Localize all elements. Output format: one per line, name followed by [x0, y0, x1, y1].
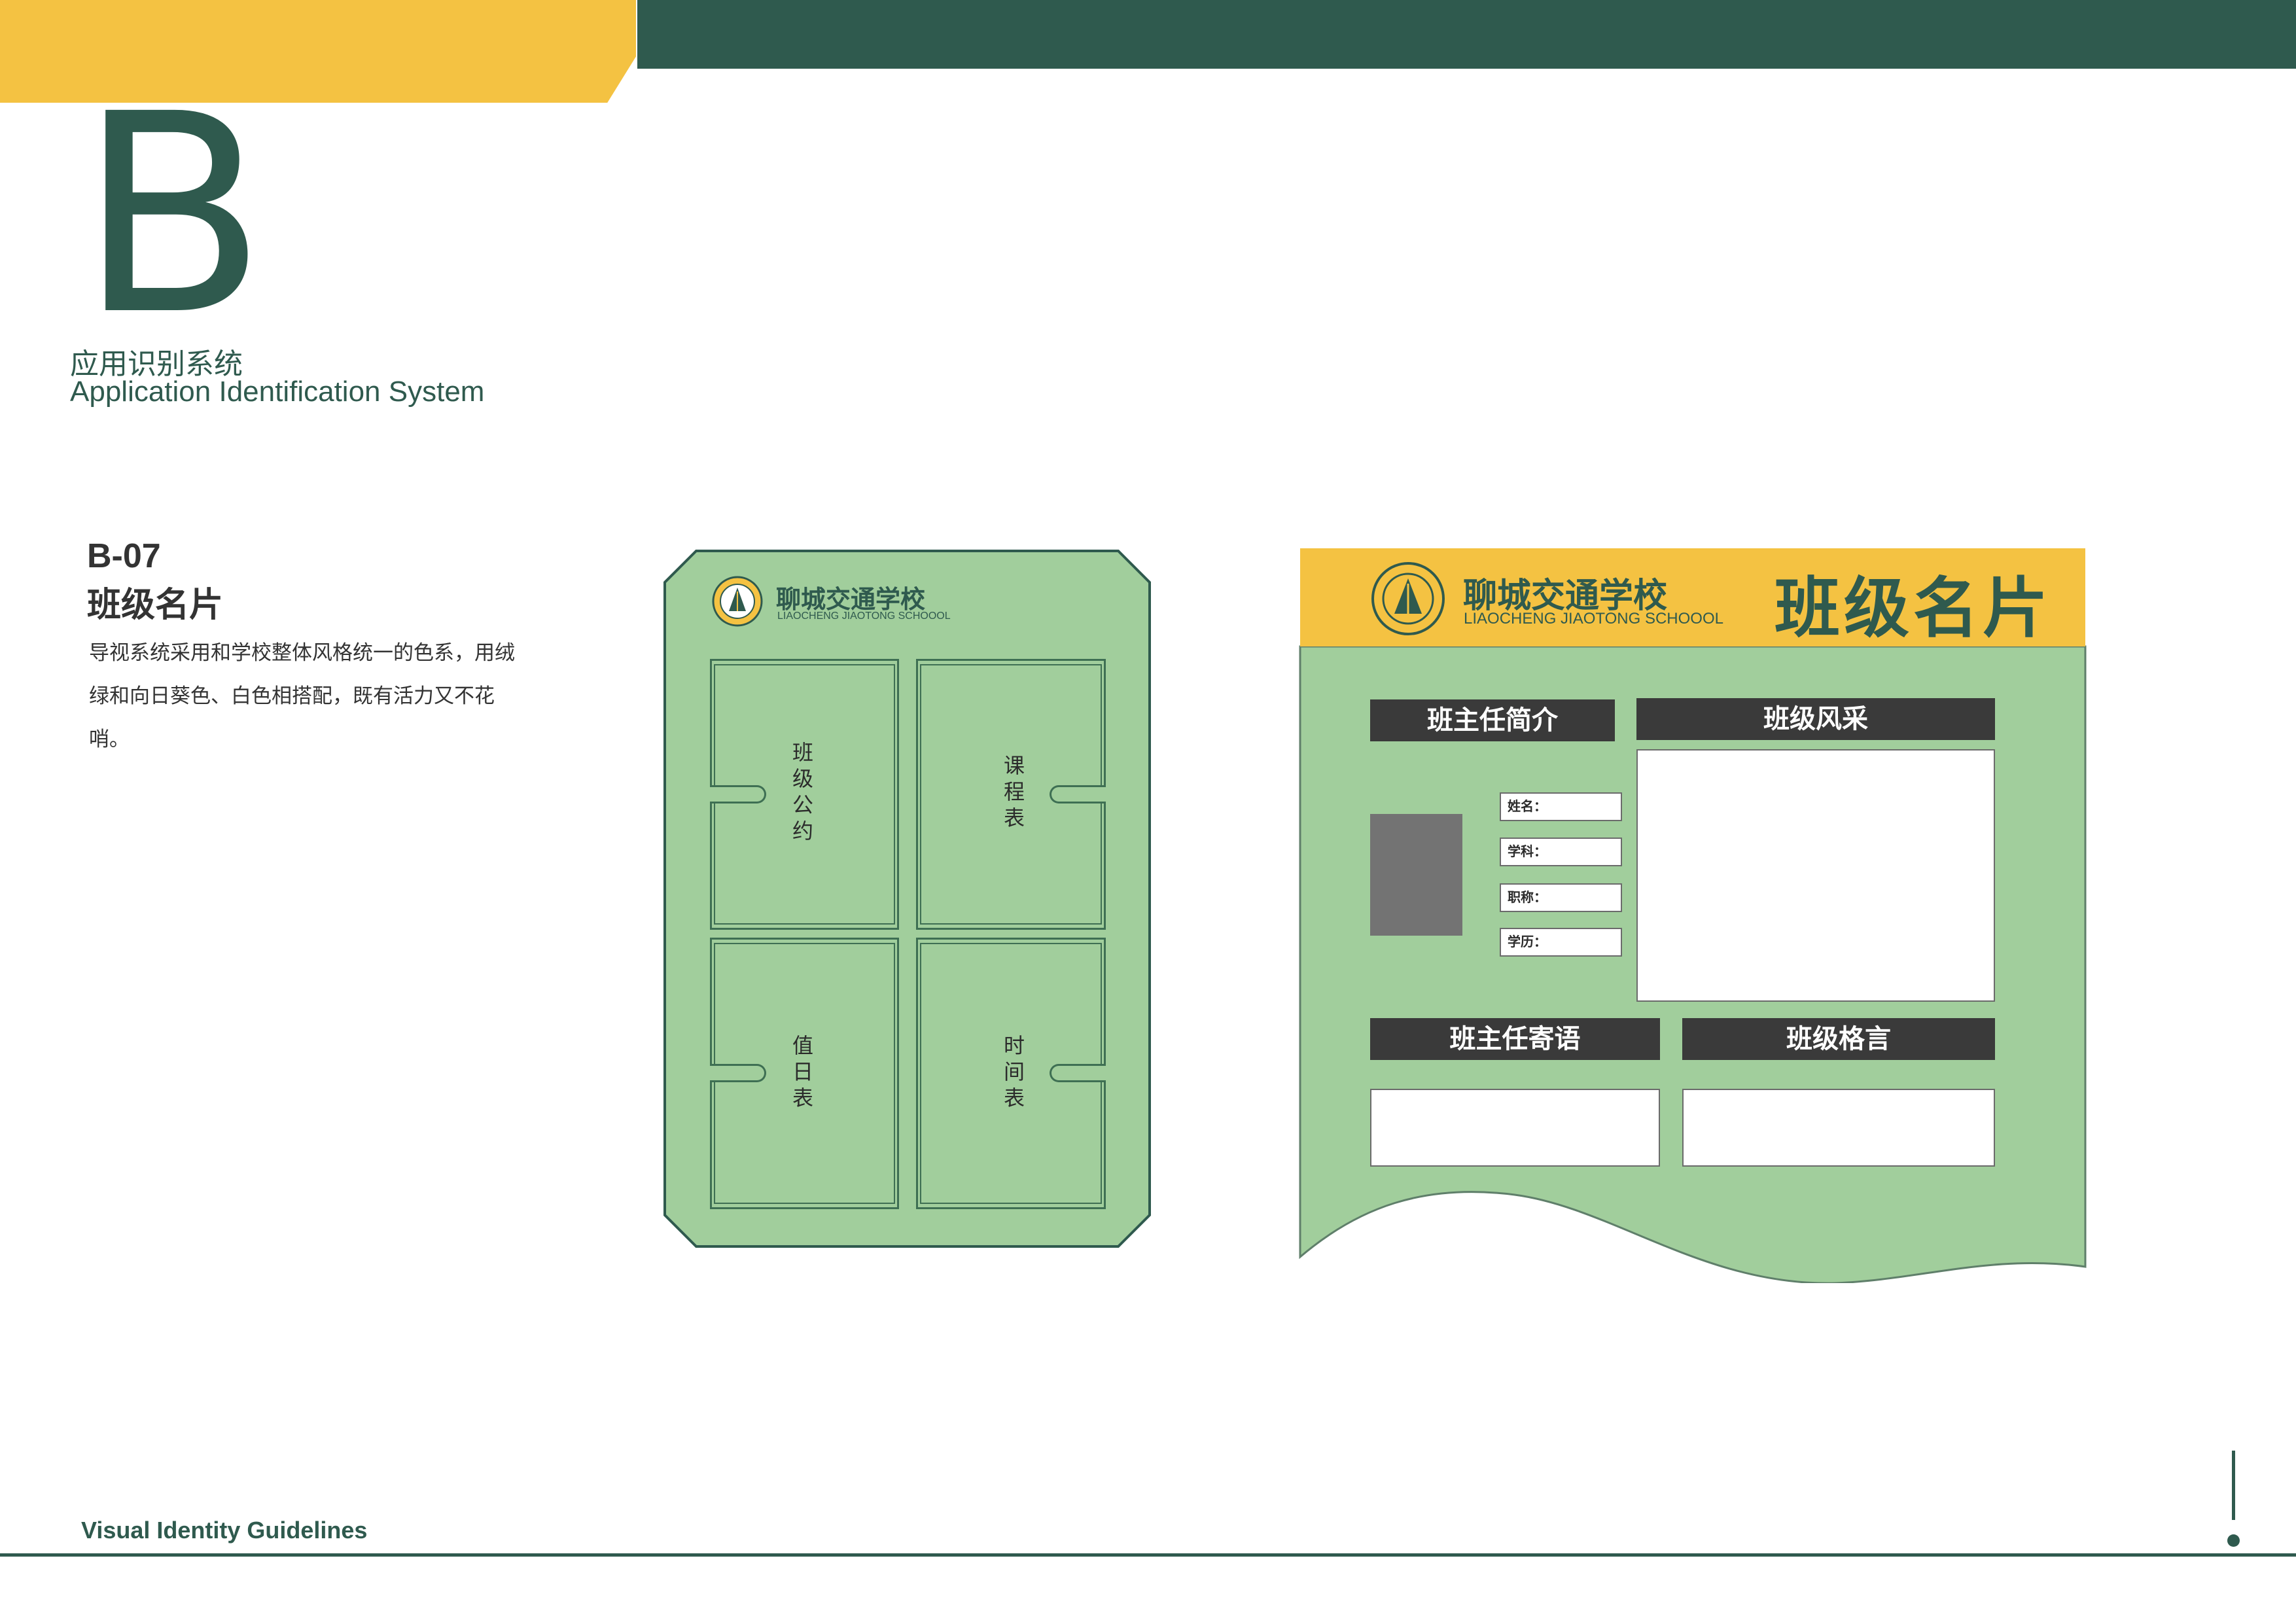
section-title-en: Application Identification System: [70, 376, 485, 408]
class-style-photo-area: [1636, 749, 1995, 1002]
label-teacher-message: 班主任寄语: [1370, 1018, 1660, 1060]
panel-tab: [1050, 1064, 1106, 1082]
school-name-en: LIAOCHENG JIAOTONG SCHOOOL: [1464, 610, 1723, 627]
page-marker-line: [2232, 1451, 2235, 1520]
footer-text: Visual Identity Guidelines: [81, 1517, 368, 1544]
panel-label-duty-roster: 值日表: [792, 1033, 813, 1110]
panel-label-timetable: 时间表: [1003, 1033, 1025, 1110]
field-education: 学历：: [1500, 928, 1622, 957]
class-motto-area: [1682, 1089, 1995, 1167]
label-class-style: 班级风采: [1636, 698, 1995, 740]
school-name-en: LIAOCHENG JIAOTONG SCHOOOL: [777, 610, 951, 622]
school-emblem-icon: [1371, 562, 1445, 635]
item-description: 导视系统采用和学校整体风格统一的色系，用绒绿和向日葵色、白色相搭配，既有活力又不…: [89, 641, 515, 751]
panel-label-curriculum: 课程表: [1003, 753, 1025, 830]
panel-tab: [710, 785, 766, 803]
label-teacher-intro: 班主任简介: [1370, 699, 1615, 741]
page-marker-dot: [2227, 1534, 2240, 1547]
field-title: 职称：: [1500, 883, 1622, 912]
item-title: 班级名片: [87, 586, 224, 625]
label-class-motto: 班级格言: [1682, 1018, 1995, 1060]
header-green-bar: [637, 0, 2296, 69]
panel-tab: [1050, 785, 1106, 803]
field-name: 姓名：: [1500, 792, 1622, 821]
panel-label-class-rules: 班级公约: [792, 740, 813, 843]
school-emblem-icon: [712, 576, 763, 627]
board-title: 班级名片: [1775, 570, 2052, 646]
teacher-message-area: [1370, 1089, 1660, 1167]
section-letter: B: [79, 56, 268, 376]
school-name-cn: 聊城交通学校: [776, 584, 926, 614]
panel-tab: [710, 1064, 766, 1082]
footer-line: [0, 1553, 2296, 1557]
teacher-photo-placeholder: [1370, 814, 1462, 936]
field-subject: 学科：: [1500, 838, 1622, 866]
item-code: B-07: [87, 537, 161, 575]
